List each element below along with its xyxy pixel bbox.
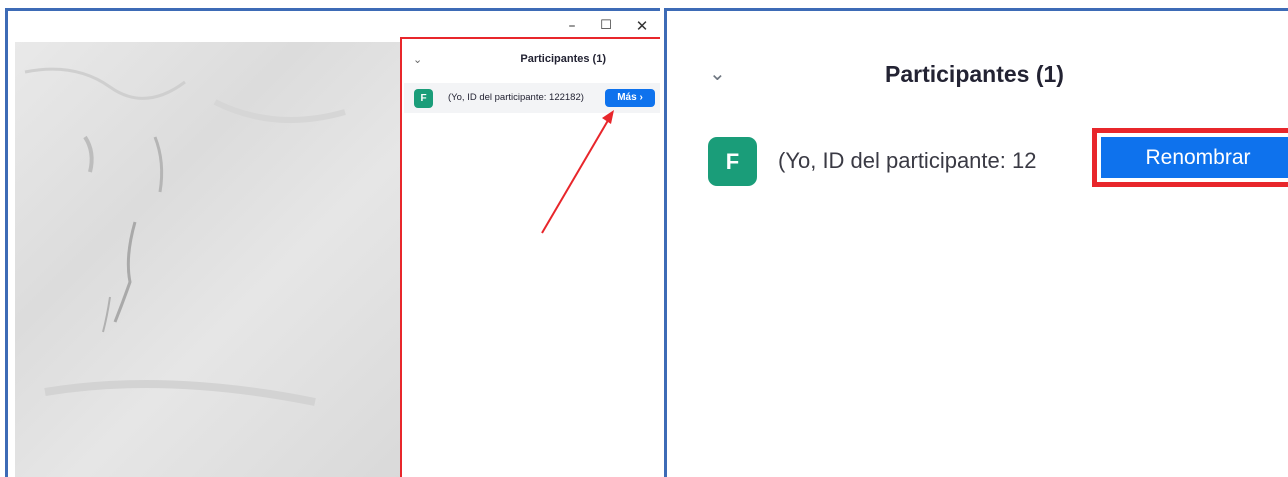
more-button[interactable]: Más › [605, 89, 655, 107]
rename-highlight-box: Renombrar [1092, 128, 1288, 187]
zoom-panel-title: Participantes (1) [885, 61, 1064, 87]
avatar: F [414, 89, 433, 108]
avatar: F [708, 137, 757, 186]
chevron-down-icon[interactable]: ⌄ [709, 61, 726, 85]
zoomed-callout: ⌄ Participantes (1) F (Yo, ID del partic… [664, 8, 1288, 477]
video-texture [24, 67, 346, 406]
maximize-icon[interactable]: ☐ [594, 16, 618, 36]
rename-button[interactable]: Renombrar [1101, 137, 1288, 178]
panel-title: Participantes (1) [520, 53, 606, 65]
meeting-window-screenshot: – ☐ ✕ ⌄ Participantes (1) F (Yo, ID del … [5, 8, 660, 477]
video-feed [15, 42, 400, 477]
participant-row[interactable]: F (Yo, ID del participante: 122182) Más … [404, 83, 660, 113]
minimize-icon[interactable]: – [560, 16, 584, 36]
participant-label: (Yo, ID del participante: 12 [778, 148, 1037, 173]
participants-panel: ⌄ Participantes (1) F (Yo, ID del partic… [400, 37, 660, 477]
close-icon[interactable]: ✕ [630, 16, 654, 36]
participant-label: (Yo, ID del participante: 122182) [448, 92, 584, 103]
